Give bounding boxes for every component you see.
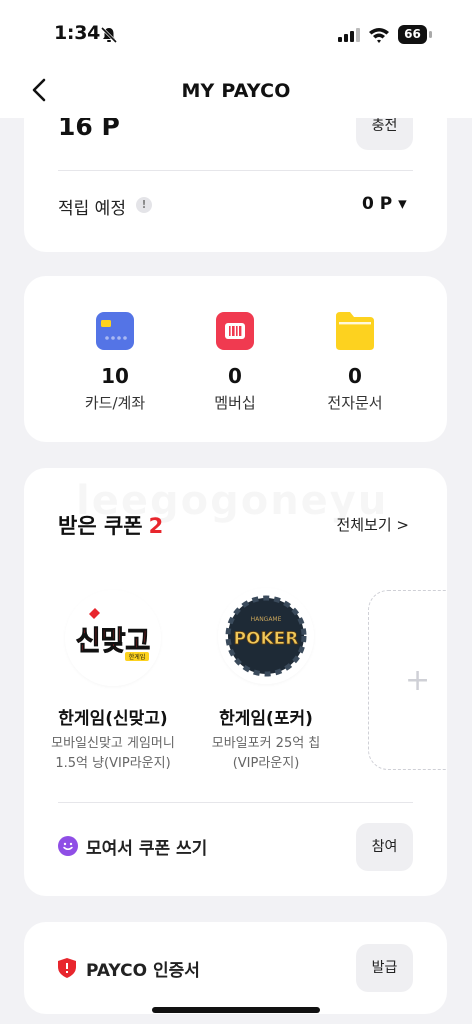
barcode-icon <box>216 312 254 350</box>
stat-value: 0 <box>348 364 362 388</box>
coupon-name: 한게임(신맞고) <box>58 709 168 729</box>
shield-icon <box>58 958 76 978</box>
stat-label: 멤버십 <box>214 394 256 412</box>
assets-card: 10 카드/계좌 0 멤버십 0 전자문서 <box>24 276 447 442</box>
coupon-desc-line: (VIP라운지) <box>232 756 300 771</box>
issue-button[interactable]: 발급 <box>356 944 413 992</box>
divider <box>58 802 413 803</box>
page-title: MY PAYCO <box>181 80 291 102</box>
stat-label: 전자문서 <box>327 394 383 412</box>
coupon-count: 2 <box>148 514 164 538</box>
charge-button[interactable]: 충전 <box>356 118 413 150</box>
points-balance: 16 P <box>58 118 120 141</box>
scroll-content[interactable]: 16 P 충전 적립 예정 ! 0 P ▾ 10 카드/계좌 0 멤버십 0 전… <box>0 118 472 1024</box>
status-time: 1:34 <box>54 22 101 44</box>
folder-icon <box>336 312 374 350</box>
coupon-desc-line: 1.5억 냥(VIP라운지) <box>55 756 171 771</box>
coupon-logo: 신맞고 한게임 <box>65 590 161 686</box>
certificate-card[interactable]: PAYCO 인증서 발급 <box>24 922 447 1014</box>
coupons-card: leegogoneyu 받은 쿠폰2 전체보기 > 신맞고 한게임 한게임(신맞… <box>24 468 447 896</box>
info-icon[interactable]: ! <box>136 197 152 213</box>
coupon-name: 한게임(포커) <box>219 709 313 729</box>
logo-sub: 한게임 <box>129 653 146 661</box>
coupon-desc-line: 모바일신맞고 게임머니 <box>51 736 175 751</box>
stat-value: 0 <box>228 364 242 388</box>
plus-icon: + <box>405 663 431 698</box>
stat-value: 10 <box>101 364 129 388</box>
bell-muted-icon <box>100 26 118 44</box>
matgo-logo-icon: 신맞고 한게임 <box>65 590 161 686</box>
coupon-desc-line: 모바일포커 25억 칩 <box>211 736 321 751</box>
join-button[interactable]: 참여 <box>356 823 413 871</box>
coupon-logo: HANGAME POKER <box>218 588 314 684</box>
coupon-desc: 모바일포커 25억 칩 (VIP라운지) <box>186 734 346 774</box>
app-header: MY PAYCO <box>0 62 472 118</box>
smile-icon <box>58 836 78 856</box>
stat-label: 카드/계좌 <box>84 394 146 412</box>
coupon-desc: 모바일신맞고 게임머니 1.5억 냥(VIP라운지) <box>33 734 193 774</box>
coupons-title: 받은 쿠폰 2 <box>58 510 163 540</box>
logo-sub: HANGAME <box>251 616 282 623</box>
card-icon <box>96 312 134 350</box>
add-coupon-tile[interactable]: + <box>368 590 447 770</box>
home-indicator[interactable] <box>152 1007 320 1013</box>
gather-coupon-label: 모여서 쿠폰 쓰기 <box>86 839 208 859</box>
coupons-title-text: 받은 쿠폰 <box>58 514 143 538</box>
logo-text: POKER <box>234 629 299 649</box>
poker-logo-icon: HANGAME POKER <box>218 588 314 684</box>
battery-icon: 66 <box>398 25 432 44</box>
signal-icon <box>338 28 360 42</box>
see-all-link[interactable]: 전체보기 > <box>336 514 409 535</box>
certificate-label: PAYCO 인증서 <box>86 961 200 981</box>
points-card: 16 P 충전 적립 예정 ! 0 P ▾ <box>24 118 447 252</box>
status-bar: 1:34 66 <box>0 0 472 62</box>
divider <box>58 170 413 171</box>
pending-points-dropdown[interactable]: 0 P ▾ <box>362 194 407 214</box>
wifi-icon <box>369 28 389 43</box>
battery-level: 66 <box>398 25 427 44</box>
pending-points-label: 적립 예정 <box>58 199 126 219</box>
